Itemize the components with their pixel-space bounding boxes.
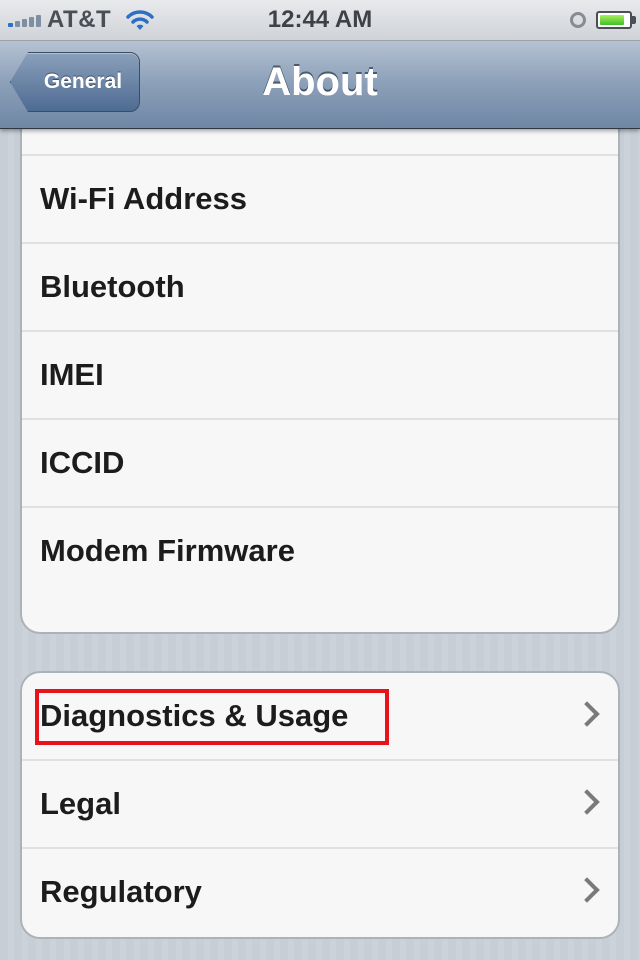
battery-level [600,15,624,25]
row-label: Modem Firmware [40,533,295,568]
links-group: Diagnostics & Usage Legal Regulatory [20,671,620,939]
row-regulatory[interactable]: Regulatory [22,849,618,937]
row-label: ICCID [40,445,125,480]
lock-icon [570,12,586,28]
row-imei[interactable]: IMEI [22,332,618,420]
chevron-right-icon [574,701,600,727]
status-bar: AT&T 12:44 AM [0,0,640,41]
row-label: Diagnostics & Usage [40,698,349,733]
row-modem-firmware[interactable]: Modem Firmware [22,508,618,596]
page-title: About [262,60,378,104]
row-wifi-address[interactable]: Wi-Fi Address [22,156,618,244]
row-diagnostics-usage[interactable]: Diagnostics & Usage [22,673,618,761]
row-bluetooth[interactable]: Bluetooth [22,244,618,332]
status-right [570,6,636,34]
row-label: Wi-Fi Address [40,181,247,216]
row-iccid[interactable]: ICCID [22,420,618,508]
status-time: 12:44 AM [267,6,373,33]
row-label: Legal [40,786,121,821]
row-legal[interactable]: Legal [22,761,618,849]
chevron-right-icon [574,877,600,903]
battery-icon [596,11,636,29]
info-group: Serial Number Wi-Fi Address Bluetooth IM… [20,100,620,634]
row-label: Bluetooth [40,269,185,304]
row-label: IMEI [40,357,104,392]
chevron-right-icon [574,789,600,815]
row-label: Regulatory [40,874,202,909]
navigation-bar: General About [0,40,640,129]
